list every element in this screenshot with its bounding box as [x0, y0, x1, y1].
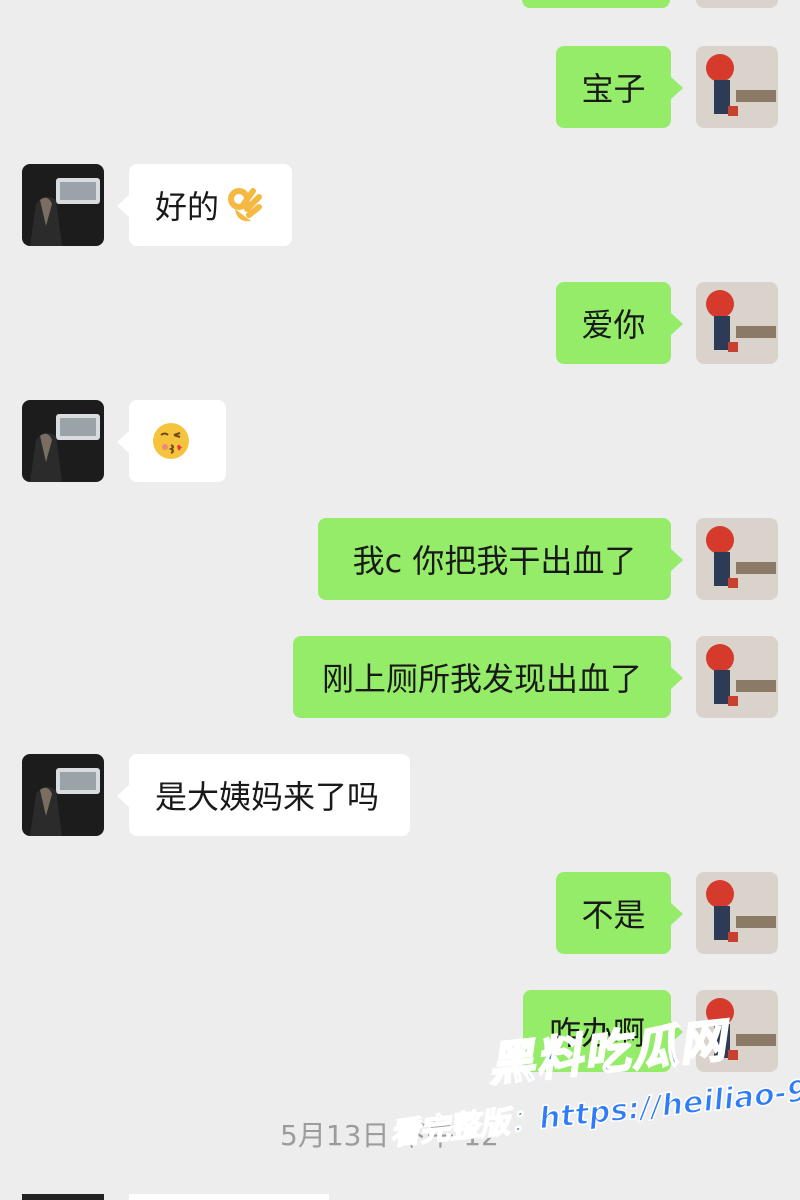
message-bubble-contact[interactable]: 好的: [117, 164, 292, 246]
contact-avatar[interactable]: [22, 400, 104, 482]
message-bubble-contact[interactable]: [117, 400, 226, 482]
kissing-face-emoji: [153, 423, 189, 459]
contact-avatar[interactable]: [22, 164, 104, 246]
message-text: 我c 你把我干出血了: [352, 542, 637, 580]
contact-avatar[interactable]: [22, 754, 104, 836]
self-avatar[interactable]: [696, 990, 778, 1072]
message-text: 是大姨妈来了吗: [155, 778, 380, 816]
next-bubble-cut: [129, 1194, 329, 1200]
message-bubble-self[interactable]: 宝子: [556, 46, 683, 128]
self-avatar[interactable]: [696, 636, 778, 718]
message-bubble-self[interactable]: 爱你: [556, 282, 683, 364]
message-bubble-self[interactable]: 我c 你把我干出血了: [318, 518, 683, 600]
message-text: 宝子: [581, 70, 646, 108]
self-avatar[interactable]: [696, 0, 778, 8]
ok-hand-emoji: [228, 188, 263, 222]
self-avatar[interactable]: [696, 518, 778, 600]
message-text: 不是: [581, 896, 646, 934]
self-avatar[interactable]: [696, 46, 778, 128]
message-text: 刚上厕所我发现出血了: [321, 660, 642, 698]
message-text: 爱你: [581, 306, 646, 344]
self-avatar[interactable]: [696, 282, 778, 364]
chat-window: 宝子 好的 爱你 我c 你把我干出血了 刚上厕所我发现出血了 是大姨妈来了吗 不…: [0, 0, 800, 1200]
self-avatar[interactable]: [696, 872, 778, 954]
message-bubble-cut[interactable]: [522, 0, 670, 8]
message-text: 好的: [155, 188, 220, 226]
message-bubble-self[interactable]: 不是: [556, 872, 683, 954]
message-bubble-self[interactable]: 咋办啊: [523, 990, 683, 1072]
message-bubble-self[interactable]: 刚上厕所我发现出血了: [293, 636, 683, 718]
next-avatar-cut: [22, 1194, 104, 1200]
timestamp: 5月13日 下午 12: [280, 1119, 499, 1152]
message-text: 咋办啊: [548, 1014, 645, 1052]
message-bubble-contact[interactable]: 是大姨妈来了吗: [117, 754, 410, 836]
